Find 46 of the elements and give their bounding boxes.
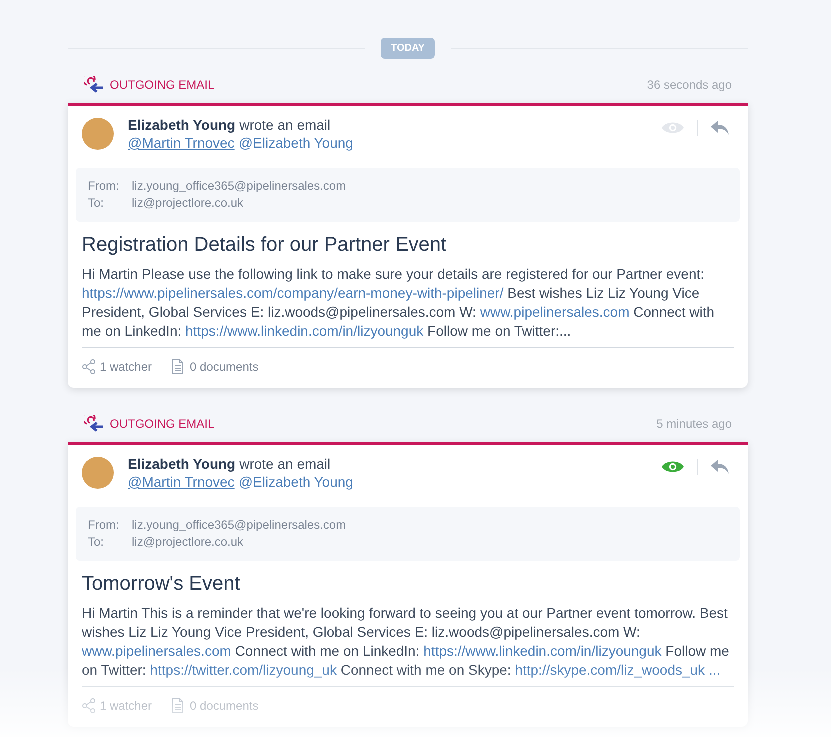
to-address: liz@projectlore.co.uk	[132, 195, 245, 212]
link[interactable]: http://skype.com/liz_woods_uk ...	[515, 662, 721, 678]
activity-type: OUTGOING EMAIL	[110, 416, 215, 433]
mention-link[interactable]: @Elizabeth Young	[238, 473, 354, 491]
email-body: Hi Martin This is a reminder that we're looking forward to seeing you at our Partner event tomorrow. Best wishes Liz Liz Young Vice President, Global Services E: liz.woods@pipelinersales.com W: www.pipelinersales.com Connect with me on LinkedIn: https://www.linkedin.com/in/lizyounguk Follow me on Twitter: https://twitter.com/lizyoung_uk Connect with me on Skype: http://skype.com/liz_woods_uk ...	[82, 604, 730, 680]
eye-icon[interactable]	[661, 460, 685, 474]
document-icon	[172, 359, 184, 375]
document-icon	[172, 698, 184, 714]
timestamp: 36 seconds ago	[647, 77, 732, 94]
link[interactable]: https://twitter.com/lizyoung_uk	[150, 662, 337, 678]
reply-icon[interactable]	[710, 459, 730, 475]
email-body: Hi Martin Please use the following link to make sure your details are registered for our Partner event: https://www.pipelinersales.com/company/earn-money-with-pipeliner/ Best wishes Liz Liz Young Vice President, Global Services E: liz.woods@pipelinersales.com W: www.pipelinersales.com Connect with me on LinkedIn: https://www.linkedin.com/in/lizyounguk Follow me on Twitter:...	[82, 265, 716, 341]
watcher-count[interactable]: 1 watcher	[100, 358, 152, 376]
to-address: liz@projectlore.co.uk	[132, 534, 245, 551]
from-address: liz.young_office365@pipelinersales.com	[132, 178, 348, 195]
to-label: To:	[88, 195, 106, 212]
link[interactable]: www.pipelinersales.com	[480, 304, 630, 320]
author-name[interactable]: Elizabeth Young	[128, 455, 236, 473]
mention-link[interactable]: @Martin Trnovec	[128, 473, 235, 491]
reply-icon[interactable]	[710, 120, 730, 136]
outgoing-email-icon	[84, 76, 104, 94]
from-address: liz.young_office365@pipelinersales.com	[132, 517, 348, 534]
date-divider-label: TODAY	[381, 38, 435, 59]
from-label: From:	[88, 178, 120, 195]
link[interactable]: https://www.linkedin.com/in/lizyounguk	[424, 643, 662, 659]
action-text: wrote an email	[240, 116, 331, 134]
mention-link[interactable]: @Elizabeth Young	[238, 134, 354, 152]
document-count[interactable]: 0 documents	[190, 358, 259, 376]
share-icon	[82, 359, 96, 375]
share-icon	[82, 698, 96, 714]
avatar	[82, 457, 114, 489]
email-subject: Tomorrow's Event	[82, 572, 242, 597]
timestamp: 5 minutes ago	[656, 416, 732, 433]
link[interactable]: www.pipelinersales.com	[82, 643, 232, 659]
activity-type: OUTGOING EMAIL	[110, 77, 215, 94]
mention-link[interactable]: @Martin Trnovec	[128, 134, 235, 152]
email-subject: Registration Details for our Partner Event	[82, 233, 448, 258]
action-text: wrote an email	[240, 455, 331, 473]
link[interactable]: https://www.pipelinersales.com/company/earn-money-with-pipeliner/	[82, 285, 504, 301]
link[interactable]: https://www.linkedin.com/in/lizyounguk	[186, 323, 424, 339]
to-label: To:	[88, 534, 106, 551]
outgoing-email-icon	[84, 415, 104, 433]
eye-icon[interactable]	[661, 121, 685, 135]
from-label: From:	[88, 517, 120, 534]
avatar	[82, 118, 114, 150]
author-name[interactable]: Elizabeth Young	[128, 116, 236, 134]
